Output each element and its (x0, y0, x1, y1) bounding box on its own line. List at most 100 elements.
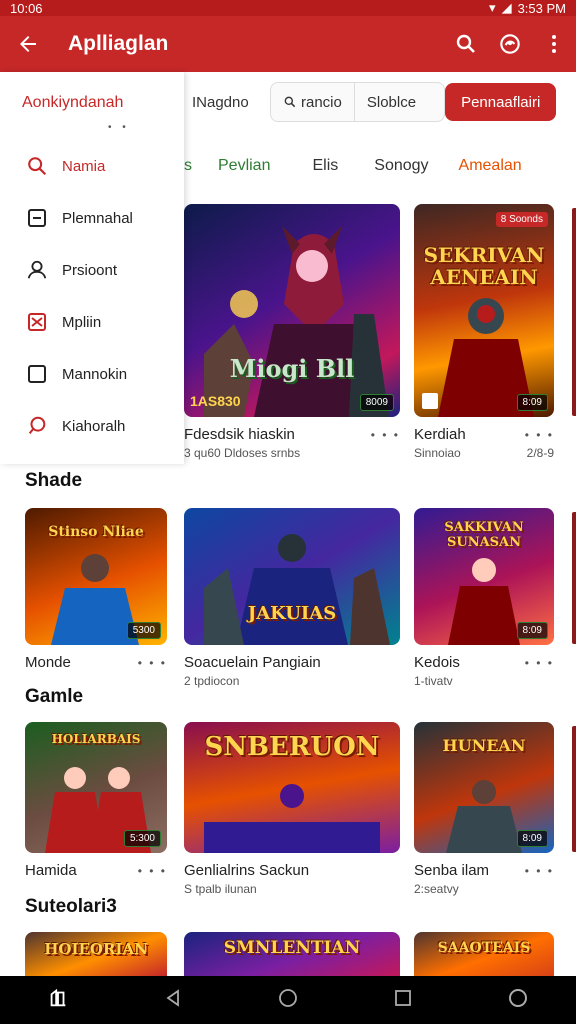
game-title: Senba ilam (414, 862, 490, 879)
game-card[interactable]: SNBERUON Genlialrins Sackun S tpalb ilun… (184, 722, 400, 902)
more-dots-icon[interactable]: • • • (525, 864, 554, 878)
location-icon (422, 393, 438, 409)
search-text: rancio (301, 93, 342, 111)
game-subtitle: S tpalb ilunan (184, 882, 257, 896)
status-right-text: 3:53 PM (517, 0, 566, 16)
more-dots-icon[interactable]: • • • (138, 656, 167, 670)
drawer-item-label: Kiahoralh (62, 417, 126, 435)
game-cover-image: SNBERUON (184, 722, 400, 853)
drawer-dots: • • (108, 122, 130, 133)
more-vert-icon[interactable] (532, 16, 576, 72)
search-field[interactable]: rancio (271, 94, 354, 111)
rating-badge: 8:09 (516, 622, 548, 639)
game-cover-image: SAKKIVAN SUNASAN 8:09 (414, 508, 554, 645)
overview-square-icon[interactable] (393, 988, 413, 1013)
search-icon[interactable] (444, 16, 488, 72)
app-title: Aplliaglan (68, 32, 169, 55)
game-card[interactable]: SAKKIVAN SUNASAN 8:09 Kedois 1-tivatv • … (414, 508, 554, 688)
game-cover-image: JAKUIAS (184, 508, 400, 645)
drawer-item-namia[interactable]: Namia (0, 140, 184, 192)
back-arrow-icon[interactable] (0, 16, 56, 72)
tab-elis[interactable]: Elis (312, 157, 338, 175)
game-title: Monde (25, 654, 71, 671)
game-card[interactable]: JAKUIAS Soacuelain Pangiain 2 tpdiocon (184, 508, 400, 688)
top-badge: 8 Soonds (495, 212, 548, 227)
featured-card[interactable]: Miogi Bll 1AS830 8009 Fdesdsik hiaskin 3… (184, 204, 400, 464)
recents-apps-icon[interactable] (47, 987, 69, 1014)
game-title: Genlialrins Sackun (184, 862, 310, 879)
tab-amealan[interactable]: Amealan (459, 157, 522, 175)
sort-select[interactable]: Sloblce (353, 83, 444, 121)
cover-title: SMNLENTIAN (223, 938, 361, 958)
mail-icon (26, 311, 48, 333)
featured-card[interactable]: 8 Soonds SEKRIVAN AENEAIN 8:09 Kerdiah S… (414, 204, 554, 464)
game-cover-image: 8 Soonds SEKRIVAN AENEAIN 8:09 (414, 204, 554, 417)
person-icon (26, 259, 48, 281)
cover-title: SNBERUON (204, 732, 380, 762)
game-cover-image: SAAOTEAIS (414, 932, 554, 976)
game-cover-image: HOIEORIAN (25, 932, 167, 976)
rating-badge: 8009 (359, 394, 394, 411)
drawer-item-plemnahal[interactable]: Plemnahal (0, 192, 184, 244)
section-title: Gamle (25, 686, 84, 707)
cover-title: HOIEORIAN (44, 940, 148, 958)
more-dots-icon[interactable]: • • • (138, 864, 167, 878)
drawer-item-label: Prsioont (62, 261, 118, 279)
game-title: Soacuelain Pangiain (184, 654, 321, 671)
hero-illustration (204, 534, 390, 645)
assistant-circle-icon[interactable] (507, 987, 529, 1014)
home-circle-icon[interactable] (277, 987, 299, 1014)
drawer-header: Aonkiyndanah (22, 94, 124, 111)
game-card[interactable]: Stinso Nliae 5300 Monde • • • (25, 508, 167, 688)
filter-label: INagdno (192, 93, 249, 111)
game-subtitle: 1-tivatv (414, 674, 453, 688)
game-cover-image: Miogi Bll 1AS830 8009 (184, 204, 400, 417)
more-dots-icon[interactable]: • • • (371, 428, 400, 442)
rating-badge: 8:09 (516, 830, 548, 847)
game-subtitle: 3 qu60 Dldoses srnbs (184, 446, 301, 460)
game-cover-image: SMNLENTIAN (184, 932, 400, 976)
filter-apply-button[interactable]: Pennaaflairi (445, 83, 557, 121)
next-card-peek (572, 208, 576, 416)
next-card-peek (572, 512, 576, 644)
cover-title: SEKRIVAN AENEAIN (423, 243, 545, 289)
tab-pevlian[interactable]: Pevlian (218, 157, 270, 175)
navigation-drawer: Aonkiyndanah • • Namia Plemnahal Prsioon… (0, 72, 184, 464)
cover-title: SAAOTEAIS (437, 940, 531, 956)
filter-row: INagdno rancio Sloblce Pennaaflairi (184, 80, 576, 124)
drawer-item-label: Mannokin (62, 365, 128, 383)
game-cover-image: Stinso Nliae 5300 (25, 508, 167, 645)
hero-illustration (204, 226, 389, 417)
game-card[interactable]: HOLIARBAIS 5:300 Hamida • • • (25, 722, 167, 902)
drawer-item-mannokin[interactable]: Mannokin (0, 348, 184, 400)
rating-badge: 5300 (126, 622, 161, 639)
tab-s[interactable]: s (184, 157, 192, 175)
cover-title: Stinso Nliae (48, 524, 144, 540)
next-card-peek (572, 726, 576, 852)
chat-icon (26, 415, 48, 437)
game-card[interactable]: HOIEORIAN (25, 932, 167, 976)
game-card[interactable]: SAAOTEAIS (414, 932, 554, 976)
app-bar: Aplliaglan (0, 16, 576, 72)
game-card[interactable]: HUNEAN 8:09 Senba ilam 2:seatvy • • • (414, 722, 554, 902)
game-title: Kerdiah (414, 426, 466, 443)
rating-badge: 5:300 (123, 830, 161, 847)
status-bar: 10:06 ▾ ◢ 3:53 PM (0, 0, 576, 16)
search-icon (26, 155, 48, 177)
drawer-item-label: Namia (62, 157, 106, 175)
tab-sonogy[interactable]: Sonogy (374, 157, 428, 175)
drawer-item-kiahoralh[interactable]: Kiahoralh (0, 400, 184, 452)
game-title: Fdesdsik hiaskin (184, 426, 295, 443)
more-dots-icon[interactable]: • • • (525, 656, 554, 670)
cover-title: HUNEAN (442, 736, 526, 755)
signal-icon: ◢ (501, 0, 512, 15)
game-subtitle: Sinnoiao (414, 446, 461, 460)
game-card[interactable]: SMNLENTIAN (184, 932, 400, 976)
drawer-item-mpliin[interactable]: Mpliin (0, 296, 184, 348)
more-dots-icon[interactable]: • • • (525, 428, 554, 442)
drawer-item-prsioont[interactable]: Prsioont (0, 244, 184, 296)
notification-icon[interactable] (488, 16, 532, 72)
search-sort-pill: rancio Sloblce (270, 82, 446, 122)
back-triangle-icon[interactable] (163, 988, 183, 1013)
category-tabs: s Pevlian Elis Sonogy Amealan (184, 146, 576, 186)
